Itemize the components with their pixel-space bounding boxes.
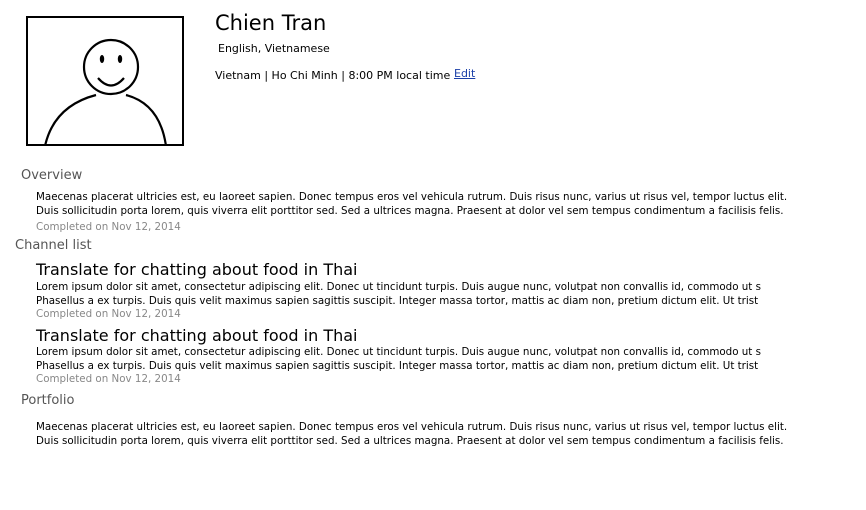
edit-link[interactable]: Edit	[454, 67, 475, 80]
portfolio-text: Maecenas placerat ultricies est, eu laor…	[36, 420, 861, 448]
overview-text: Maecenas placerat ultricies est, eu laor…	[36, 190, 861, 218]
channel-title[interactable]: Translate for chatting about food in Tha…	[36, 260, 357, 279]
portfolio-heading: Portfolio	[21, 393, 75, 408]
profile-name: Chien Tran	[215, 11, 327, 35]
overview-line: Maecenas placerat ultricies est, eu laor…	[36, 191, 788, 203]
channel-line: Phasellus a ex turpis. Duis quis velit m…	[36, 295, 759, 307]
portfolio-line: Maecenas placerat ultricies est, eu laor…	[36, 421, 788, 433]
portfolio-line: Duis sollicitudin porta lorem, quis vive…	[36, 435, 784, 447]
channel-description: Lorem ipsum dolor sit amet, consectetur …	[36, 345, 774, 373]
avatar[interactable]	[26, 16, 184, 146]
channel-line: Phasellus a ex turpis. Duis quis velit m…	[36, 360, 759, 372]
overview-line: Duis sollicitudin porta lorem, quis vive…	[36, 205, 784, 217]
profile-location: Vietnam | Ho Chi Minh | 8:00 PM local ti…	[215, 69, 451, 82]
channel-title[interactable]: Translate for chatting about food in Tha…	[36, 326, 357, 345]
channel-line: Lorem ipsum dolor sit amet, consectetur …	[36, 346, 761, 358]
user-avatar-icon	[44, 38, 167, 144]
overview-completed: Completed on Nov 12, 2014	[36, 221, 181, 233]
channel-completed: Completed on Nov 12, 2014	[36, 373, 181, 385]
channel-completed: Completed on Nov 12, 2014	[36, 308, 181, 320]
channel-description: Lorem ipsum dolor sit amet, consectetur …	[36, 280, 774, 308]
profile-languages: English, Vietnamese	[218, 42, 330, 55]
overview-heading: Overview	[21, 168, 83, 183]
channel-list-heading: Channel list	[15, 238, 92, 253]
channel-line: Lorem ipsum dolor sit amet, consectetur …	[36, 281, 761, 293]
